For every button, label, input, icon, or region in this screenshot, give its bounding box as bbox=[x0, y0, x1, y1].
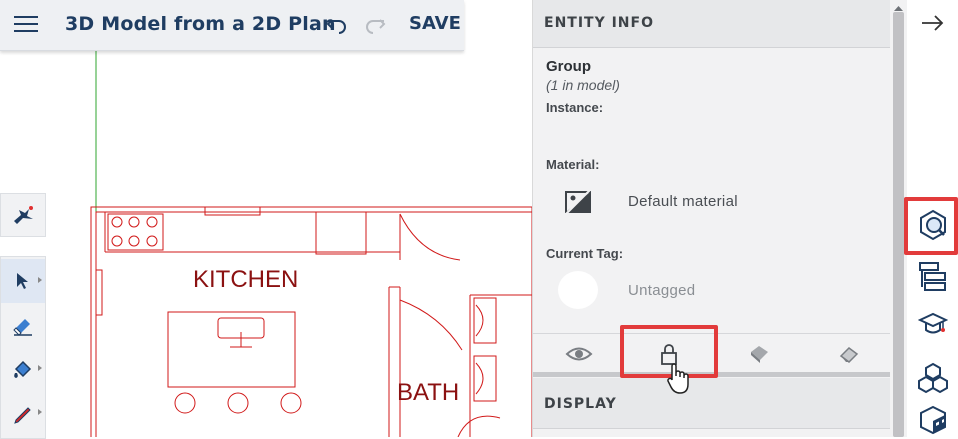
select-tool[interactable] bbox=[1, 259, 45, 303]
kitchen-label: KITCHEN bbox=[193, 266, 299, 293]
tab-visibility[interactable] bbox=[549, 338, 609, 370]
arrow-right-icon bbox=[921, 15, 943, 31]
outliner-icon bbox=[918, 262, 946, 291]
materials-cube-icon bbox=[919, 405, 946, 434]
entity-info-header[interactable]: ENTITY INFO bbox=[533, 0, 891, 48]
bath-label: BATH bbox=[397, 379, 460, 406]
instructor-rail-button[interactable] bbox=[907, 302, 958, 348]
display-title: DISPLAY bbox=[544, 396, 617, 412]
paint-tool[interactable] bbox=[1, 347, 45, 391]
save-button[interactable]: SAVE bbox=[409, 13, 461, 34]
display-section-header[interactable]: DISPLAY bbox=[533, 378, 891, 429]
top-bar: 3D Model from a 2D Plan SAVE bbox=[0, 0, 464, 51]
components-icon bbox=[917, 362, 948, 394]
entity-count: (1 in model) bbox=[546, 77, 620, 93]
instructor-button[interactable] bbox=[1, 194, 45, 236]
entity-type: Group bbox=[546, 58, 591, 75]
pencil-icon bbox=[14, 407, 31, 424]
eraser-tool[interactable] bbox=[1, 303, 45, 347]
material-label: Material: bbox=[546, 157, 600, 172]
select-arrow-icon bbox=[17, 273, 28, 289]
instance-label: Instance: bbox=[546, 100, 604, 115]
instructor-icon bbox=[14, 206, 33, 224]
material-swatch-icon[interactable] bbox=[564, 188, 592, 216]
material-value[interactable]: Default material bbox=[628, 193, 738, 210]
tab-eraser[interactable] bbox=[819, 338, 879, 370]
components-button[interactable] bbox=[907, 355, 958, 401]
outliner-button[interactable] bbox=[907, 253, 958, 299]
panel-scrollbar-thumb[interactable] bbox=[893, 12, 904, 437]
model-title[interactable]: 3D Model from a 2D Plan bbox=[65, 13, 336, 35]
hamburger-icon[interactable] bbox=[14, 14, 38, 34]
paint-bucket-icon bbox=[751, 346, 768, 363]
floor-plan bbox=[90, 206, 532, 437]
eraser-icon bbox=[839, 347, 859, 363]
tool-palette bbox=[0, 256, 46, 439]
graduation-cap-icon bbox=[917, 312, 948, 334]
eye-icon bbox=[565, 347, 593, 361]
hand-cursor-icon bbox=[667, 363, 689, 394]
tag-color-swatch[interactable] bbox=[558, 271, 598, 309]
entity-info-button-highlight bbox=[904, 197, 958, 255]
undo-icon[interactable] bbox=[326, 14, 348, 36]
pencil-tool[interactable] bbox=[1, 391, 45, 435]
materials-button[interactable] bbox=[907, 402, 958, 437]
scroll-up-icon[interactable] bbox=[893, 4, 904, 12]
redo-icon[interactable] bbox=[364, 14, 386, 36]
collapse-panel-button[interactable] bbox=[907, 0, 958, 46]
entity-info-title: ENTITY INFO bbox=[544, 15, 654, 31]
tab-paint[interactable] bbox=[729, 338, 789, 370]
instructor-box bbox=[0, 193, 46, 237]
eraser-icon bbox=[13, 319, 32, 336]
paint-bucket-icon bbox=[14, 360, 32, 378]
tag-value[interactable]: Untagged bbox=[628, 282, 695, 299]
current-tag-label: Current Tag: bbox=[546, 246, 624, 261]
